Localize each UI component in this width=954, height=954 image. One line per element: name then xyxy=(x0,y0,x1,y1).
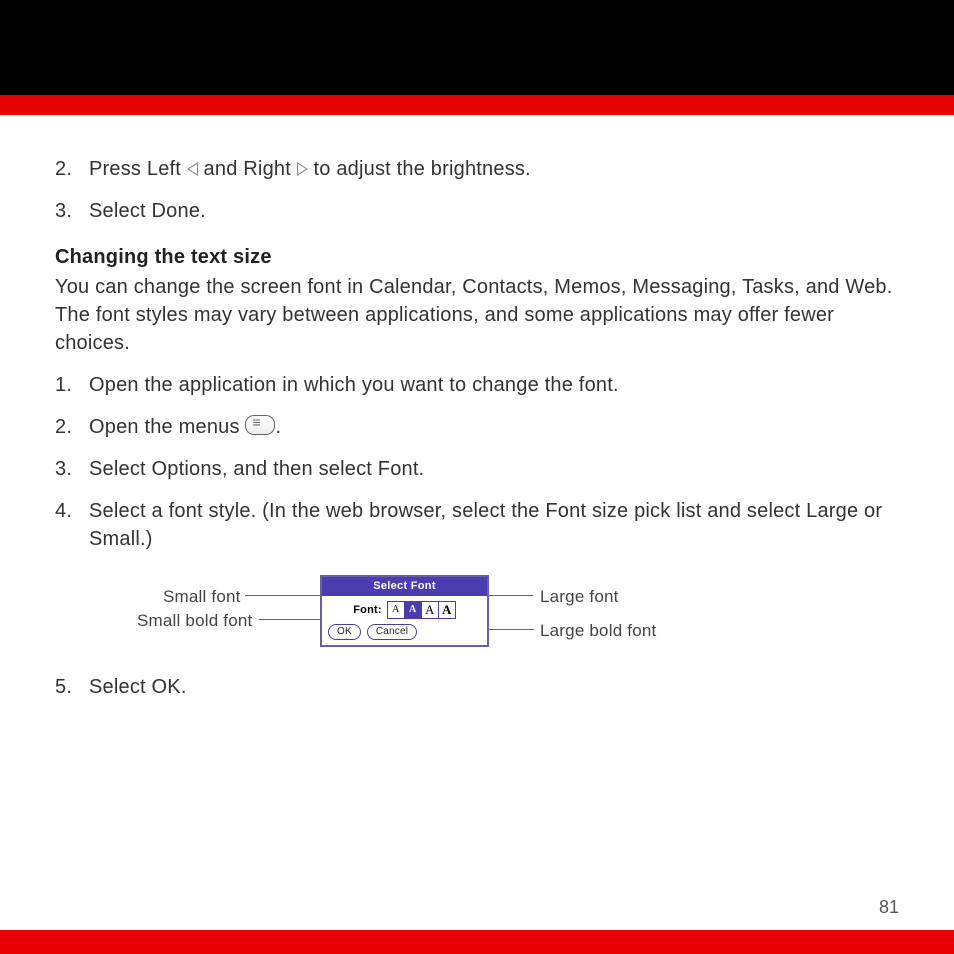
text-fragment: and Right xyxy=(198,158,297,180)
list-text: Press Left and Right to adjust the brigh… xyxy=(89,155,899,183)
font-label: Font: xyxy=(353,603,381,618)
list-text: Open the menus . xyxy=(89,413,899,441)
select-font-dialog: Select Font Font: A A A A OK Cancel xyxy=(320,575,489,647)
callout-small-bold-font: Small bold font xyxy=(137,609,252,633)
ok-button[interactable]: OK xyxy=(328,624,361,640)
font-cell-large[interactable]: A xyxy=(422,602,439,618)
font-picker[interactable]: A A A A xyxy=(387,601,456,619)
step-list-c: 5. Select OK. xyxy=(55,673,899,701)
header-black-bar xyxy=(0,0,954,95)
list-text: Select a font style. (In the web browser… xyxy=(89,497,899,553)
section-heading: Changing the text size xyxy=(55,243,899,271)
callout-large-font: Large font xyxy=(540,585,619,609)
list-number: 1. xyxy=(55,371,89,399)
list-number: 3. xyxy=(55,197,89,225)
text-fragment: . xyxy=(275,416,281,438)
text-fragment: Open the menus xyxy=(89,416,245,438)
list-number: 2. xyxy=(55,155,89,183)
list-item: 2. Press Left and Right to adjust the br… xyxy=(55,155,899,183)
step-list-b: 1. Open the application in which you wan… xyxy=(55,371,899,553)
page-content: 2. Press Left and Right to adjust the br… xyxy=(0,115,954,701)
list-item: 1. Open the application in which you wan… xyxy=(55,371,899,399)
font-cell-large-bold[interactable]: A xyxy=(439,602,455,618)
dialog-body: Font: A A A A xyxy=(322,596,487,622)
section-intro: You can change the screen font in Calend… xyxy=(55,273,899,357)
text-fragment: Press Left xyxy=(89,158,187,180)
list-item: 3. Select Options, and then select Font. xyxy=(55,455,899,483)
footer-red-bar xyxy=(0,930,954,954)
list-item: 3. Select Done. xyxy=(55,197,899,225)
text-fragment: to adjust the brightness. xyxy=(308,158,531,180)
list-item: 2. Open the menus . xyxy=(55,413,899,441)
left-arrow-icon xyxy=(187,162,198,176)
list-text: Select Options, and then select Font. xyxy=(89,455,899,483)
page-number: 81 xyxy=(879,897,899,918)
step-list-a: 2. Press Left and Right to adjust the br… xyxy=(55,155,899,225)
font-cell-small[interactable]: A xyxy=(388,602,405,618)
header-red-bar xyxy=(0,95,954,115)
select-font-figure: Small font Small bold font Large font La… xyxy=(95,571,715,661)
right-arrow-icon xyxy=(297,162,308,176)
list-item: 5. Select OK. xyxy=(55,673,899,701)
list-number: 4. xyxy=(55,497,89,553)
list-number: 2. xyxy=(55,413,89,441)
cancel-button[interactable]: Cancel xyxy=(367,624,417,640)
dialog-title: Select Font xyxy=(322,577,487,596)
list-text: Select Done. xyxy=(89,197,899,225)
list-number: 5. xyxy=(55,673,89,701)
menu-icon xyxy=(245,415,275,435)
callout-large-bold-font: Large bold font xyxy=(540,619,656,643)
font-cell-small-bold[interactable]: A xyxy=(405,602,422,618)
list-text: Select OK. xyxy=(89,673,899,701)
list-number: 3. xyxy=(55,455,89,483)
list-text: Open the application in which you want t… xyxy=(89,371,899,399)
dialog-buttons: OK Cancel xyxy=(322,622,487,645)
list-item: 4. Select a font style. (In the web brow… xyxy=(55,497,899,553)
callout-small-font: Small font xyxy=(163,585,241,609)
